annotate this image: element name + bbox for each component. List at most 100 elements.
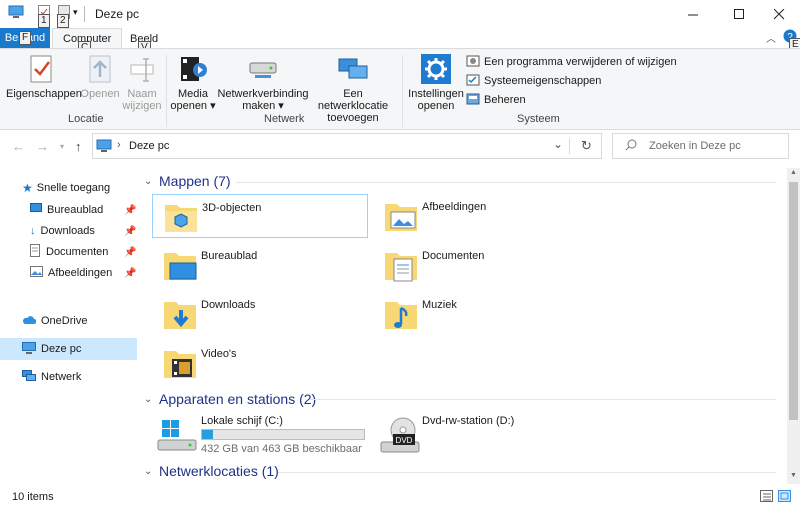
window-title: Deze pc: [95, 7, 140, 21]
add-network-location-button[interactable]: Een netwerklocatie toevoegen: [308, 53, 398, 124]
folder-desktop[interactable]: Bureaublad: [152, 243, 368, 287]
folder-documents[interactable]: Documenten: [373, 243, 589, 287]
star-icon: ★: [22, 181, 33, 195]
collapse-ribbon-icon[interactable]: ︿: [766, 30, 776, 45]
folder-downloads[interactable]: Downloads: [152, 292, 368, 336]
pin-icon[interactable]: 📌: [124, 226, 136, 237]
nav-quick-access[interactable]: ★ Snelle toegang: [0, 177, 137, 199]
media-label-line1: Media: [178, 88, 208, 100]
media-label-line2: openen ▾: [170, 100, 216, 112]
network-location-icon: [337, 53, 369, 85]
group-divider: [236, 182, 776, 183]
rename-button[interactable]: Naam wijzigen: [120, 53, 164, 112]
minimize-button[interactable]: [670, 0, 716, 28]
folder-label: 3D-objecten: [202, 202, 262, 214]
hard-drive-icon: [157, 420, 197, 451]
open-settings-button[interactable]: Instellingen openen: [406, 53, 466, 112]
settings-gear-icon: [420, 53, 452, 85]
group-header-label: Netwerklocaties (1): [159, 463, 279, 479]
uninstall-icon: [466, 54, 480, 71]
group-label-system: Systeem: [517, 113, 560, 125]
pin-icon[interactable]: 📌: [124, 268, 136, 279]
search-box[interactable]: Zoeken in Deze pc: [612, 133, 789, 159]
address-dropdown-icon[interactable]: ⌄: [553, 137, 563, 151]
keytip-qa1: 1: [38, 14, 50, 28]
collapse-chevron-icon[interactable]: ⌄: [144, 466, 152, 477]
folder-label: Documenten: [422, 250, 485, 262]
nav-item-documents[interactable]: Documenten 📌: [0, 241, 137, 263]
close-button[interactable]: [756, 0, 800, 28]
nav-network[interactable]: Netwerk: [0, 366, 137, 388]
scroll-down-icon[interactable]: ▼: [790, 472, 797, 479]
breadcrumb-this-pc[interactable]: Deze pc: [129, 140, 169, 152]
navigation-pane: ★ Snelle toegang Bureaublad 📌 ↓ Download…: [0, 168, 137, 484]
folder-label: Afbeeldingen: [422, 201, 487, 213]
quick-access-dropdown-icon[interactable]: ▾: [73, 7, 78, 18]
large-icons-view-icon[interactable]: [778, 490, 791, 505]
media-icon: [177, 53, 209, 85]
drive-c[interactable]: Lokale schijf (C:) 432 GB van 463 GB bes…: [154, 412, 370, 462]
folder-3d-objects[interactable]: 3D-objecten: [152, 194, 368, 238]
add-location-label-line2: toevoegen: [327, 112, 379, 124]
item-count: 10 items: [12, 491, 54, 503]
pin-icon[interactable]: 📌: [124, 205, 136, 216]
system-properties-icon: [466, 73, 480, 90]
properties-button[interactable]: Eigenschappen: [6, 53, 82, 100]
open-icon: [84, 53, 116, 85]
system-properties-button[interactable]: Systeemeigenschappen: [466, 72, 601, 90]
manage-button[interactable]: Beheren: [466, 91, 526, 109]
nav-item-desktop[interactable]: Bureaublad 📌: [0, 199, 137, 221]
nav-item-downloads[interactable]: ↓ Downloads 📌: [0, 220, 137, 242]
title-separator: [84, 6, 85, 22]
keytip-qa2: 2: [57, 14, 69, 28]
rename-icon: [126, 53, 158, 85]
details-view-icon[interactable]: [760, 490, 773, 505]
nav-this-pc[interactable]: Deze pc: [0, 338, 137, 360]
document-icon: [30, 244, 41, 260]
videos-folder-icon: [164, 351, 196, 378]
properties-label: Eigenschappen: [6, 88, 82, 100]
search-placeholder: Zoeken in Deze pc: [649, 140, 741, 152]
ribbon: Eigenschappen Openen Naam wijzigen Locat…: [0, 48, 800, 130]
ribbon-tabs: Bestand F Computer C Beeld V ︿ ? E: [0, 28, 800, 55]
scroll-up-icon[interactable]: ▲: [790, 169, 797, 176]
group-header-label: Mappen (7): [159, 173, 231, 189]
open-button[interactable]: Openen: [78, 53, 122, 100]
uninstall-program-button[interactable]: Een programma verwijderen of wijzigen: [466, 53, 677, 71]
folder-videos[interactable]: Video's: [152, 341, 368, 385]
map-drive-label-line2: maken ▾: [242, 100, 284, 112]
vertical-scrollbar[interactable]: ▲ ▼: [787, 168, 800, 484]
map-network-drive-button[interactable]: Netwerkverbinding maken ▾: [217, 53, 309, 112]
scrollbar-thumb[interactable]: [789, 182, 798, 420]
cloud-icon: [22, 315, 37, 328]
download-arrow-icon: ↓: [30, 225, 36, 237]
breadcrumb-chevron-icon[interactable]: ›: [117, 139, 121, 151]
drive-d[interactable]: DVD Dvd-rw-station (D:): [377, 412, 593, 462]
pin-icon[interactable]: 📌: [124, 247, 136, 258]
back-arrow-icon[interactable]: ←: [12, 139, 25, 154]
folder-music[interactable]: Muziek: [373, 292, 589, 336]
desktop-icon: [30, 203, 42, 217]
documents-folder-icon: [385, 253, 417, 282]
folder-pictures[interactable]: Afbeeldingen: [373, 194, 589, 238]
group-divider: [310, 399, 776, 400]
nav-item-pictures[interactable]: Afbeeldingen 📌: [0, 262, 137, 284]
forward-arrow-icon[interactable]: →: [36, 139, 49, 154]
recent-locations-icon[interactable]: ▾: [60, 142, 64, 151]
address-bar[interactable]: › Deze pc ⌄ ↻: [92, 133, 602, 159]
nav-item-label: Bureaublad: [47, 204, 104, 216]
group-header-devices[interactable]: ⌄ Apparaten en stations (2): [144, 389, 316, 409]
drive-c-label: Lokale schijf (C:): [201, 415, 283, 427]
up-arrow-icon[interactable]: ↑: [75, 139, 82, 154]
nav-onedrive[interactable]: OneDrive: [0, 310, 137, 332]
collapse-chevron-icon[interactable]: ⌄: [144, 176, 152, 187]
dvd-drive-icon: DVD: [380, 417, 420, 453]
group-header-network-locations[interactable]: ⌄ Netwerklocaties (1): [144, 461, 279, 481]
network-drive-icon: [247, 53, 279, 85]
media-button[interactable]: Media openen ▾: [168, 53, 218, 112]
pictures-icon: [30, 266, 43, 280]
refresh-icon[interactable]: ↻: [581, 138, 592, 154]
group-header-folders[interactable]: ⌄ Mappen (7): [144, 171, 231, 191]
nav-this-pc-label: Deze pc: [41, 343, 82, 355]
collapse-chevron-icon[interactable]: ⌄: [144, 394, 152, 405]
